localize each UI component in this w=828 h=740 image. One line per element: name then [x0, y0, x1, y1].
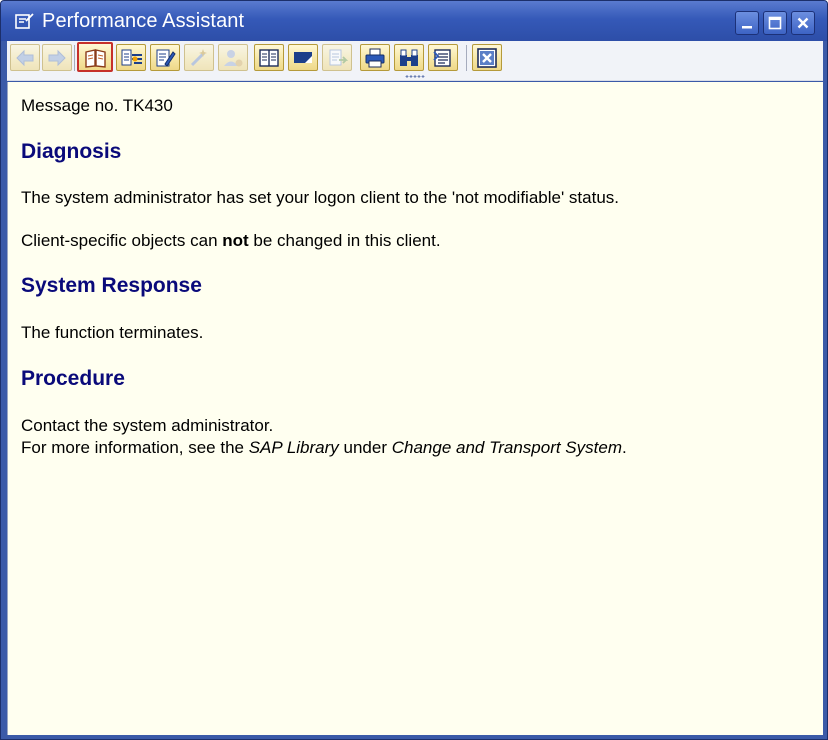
- procedure-text-line2: For more information, see the SAP Librar…: [21, 438, 627, 457]
- technical-info-icon: [121, 49, 142, 66]
- system-response-text: The function terminates.: [21, 323, 204, 342]
- arrow-right-icon: [48, 49, 66, 67]
- wand-icon: [190, 49, 207, 67]
- print-button[interactable]: [360, 44, 390, 71]
- back-button[interactable]: [10, 44, 40, 71]
- settings-button[interactable]: [218, 44, 248, 71]
- arrow-left-icon: [16, 49, 34, 67]
- window-title: Performance Assistant: [42, 10, 245, 32]
- bookmark-button[interactable]: [288, 44, 318, 71]
- close-button[interactable]: [791, 11, 815, 35]
- list-icon: [433, 49, 451, 67]
- message-number: Message no. TK430: [21, 96, 173, 115]
- printer-icon: [365, 48, 385, 68]
- export-icon: [329, 49, 348, 66]
- technical-info-button[interactable]: [116, 44, 146, 71]
- diagnosis-heading: Diagnosis: [21, 140, 122, 163]
- system-response-heading: System Response: [21, 274, 202, 297]
- maximize-button[interactable]: [763, 11, 787, 35]
- glossary-button[interactable]: [254, 44, 284, 71]
- pencil-edit-icon: [156, 49, 176, 67]
- diagnosis-text: The system administrator has set your lo…: [21, 188, 620, 207]
- sap-library-link[interactable]: SAP Library: [249, 438, 339, 457]
- minimize-button[interactable]: [735, 11, 759, 35]
- help-content-pane: Message no. TK430 Diagnosis The system a…: [7, 82, 823, 735]
- user-settings-icon: [224, 50, 243, 67]
- application-help-button[interactable]: [77, 42, 113, 72]
- glossary-book-icon: [259, 49, 279, 67]
- close-box-icon: [477, 48, 497, 68]
- application-toolbar: [7, 41, 823, 81]
- edit-button[interactable]: [150, 44, 180, 71]
- procedure-heading: Procedure: [21, 367, 125, 390]
- close-icon: [797, 17, 809, 29]
- binoculars-icon: [400, 49, 418, 66]
- close-help-button[interactable]: [472, 44, 502, 71]
- toolbar-resize-grip[interactable]: [405, 75, 425, 78]
- procedure-text-line1: Contact the system administrator.: [21, 416, 274, 435]
- window-icon: [15, 12, 35, 30]
- title-bar[interactable]: Performance Assistant: [1, 1, 827, 41]
- maximize-icon: [768, 16, 782, 30]
- change-button[interactable]: [184, 44, 214, 71]
- forward-button[interactable]: [42, 44, 72, 71]
- bookmark-icon: [294, 52, 312, 63]
- find-button[interactable]: [394, 44, 424, 71]
- list-button[interactable]: [428, 44, 458, 71]
- performance-assistant-window: Performance Assistant Message no. TK430 …: [0, 0, 828, 740]
- minimize-icon: [742, 26, 752, 29]
- export-button[interactable]: [322, 44, 352, 71]
- client-objects-text: Client-specific objects can not be chang…: [21, 231, 441, 250]
- book-open-icon: [85, 49, 106, 68]
- change-transport-system-link[interactable]: Change and Transport System: [392, 438, 622, 457]
